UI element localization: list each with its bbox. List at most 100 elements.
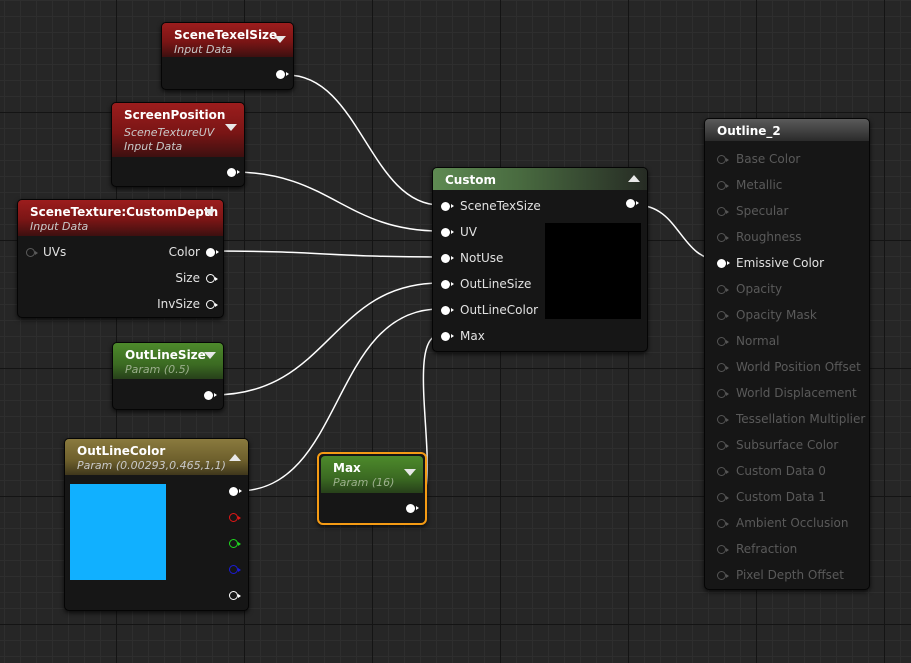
input-pin[interactable] xyxy=(717,440,729,450)
result-input-row[interactable]: Opacity xyxy=(717,282,782,296)
pin-label: Metallic xyxy=(736,178,783,192)
node-header[interactable]: OutLineColor Param (0.00293,0.465,1,1) xyxy=(65,439,248,475)
node-outline-color[interactable]: OutLineColor Param (0.00293,0.465,1,1) xyxy=(64,438,249,611)
input-pin[interactable] xyxy=(717,388,729,398)
node-title: OutLineColor xyxy=(77,444,166,458)
pin-label: World Position Offset xyxy=(736,360,861,374)
input-pin[interactable] xyxy=(717,544,729,554)
node-outline-size[interactable]: OutLineSize Param (0.5) xyxy=(112,342,224,410)
node-header[interactable]: OutLineSize Param (0.5) xyxy=(113,343,223,379)
node-screen-position[interactable]: ScreenPosition SceneTextureUV Input Data xyxy=(111,102,245,187)
result-input-row[interactable]: Metallic xyxy=(717,178,782,192)
collapse-arrow-icon[interactable] xyxy=(225,124,237,131)
node-title: SceneTexelSize xyxy=(174,28,278,42)
output-pin-color[interactable] xyxy=(206,247,219,257)
result-input-row[interactable]: Custom Data 1 xyxy=(717,490,826,504)
input-pin[interactable] xyxy=(717,258,730,268)
expand-arrow-icon[interactable] xyxy=(229,454,241,461)
node-header[interactable]: Max Param (16) xyxy=(321,456,423,493)
node-subtitle: Param (0.5) xyxy=(125,363,190,376)
output-pin-r[interactable] xyxy=(229,513,241,522)
node-custom[interactable]: Custom SceneTexSize UV NotUse OutLineSiz… xyxy=(432,167,648,352)
pin-label: Subsurface Color xyxy=(736,438,839,452)
collapse-arrow-icon[interactable] xyxy=(274,36,286,43)
node-header[interactable]: SceneTexelSize Input Data xyxy=(162,23,293,57)
pin-label: Size xyxy=(175,271,200,285)
output-pin-g[interactable] xyxy=(229,539,241,548)
result-input-row[interactable]: Pixel Depth Offset xyxy=(717,568,844,582)
input-pin[interactable] xyxy=(717,414,729,424)
node-title: ScreenPosition xyxy=(124,108,226,122)
pin-label: Max xyxy=(460,329,485,343)
output-pin[interactable] xyxy=(406,504,419,513)
node-header[interactable]: Custom xyxy=(433,168,647,190)
node-scene-texture[interactable]: SceneTexture:CustomDepth Input Data UVs … xyxy=(17,199,224,318)
node-subtitle: Input Data xyxy=(30,220,89,233)
node-title: Outline_2 xyxy=(717,124,781,138)
output-pin-invsize[interactable] xyxy=(206,299,218,309)
result-input-row[interactable]: Refraction xyxy=(717,542,797,556)
result-input-row[interactable]: Specular xyxy=(717,204,788,218)
input-pin-uvs[interactable] xyxy=(26,247,38,257)
input-pin[interactable] xyxy=(717,206,729,216)
output-pin[interactable] xyxy=(204,391,217,400)
input-pin[interactable] xyxy=(717,336,729,346)
input-pin[interactable] xyxy=(717,180,729,190)
node-scene-texel-size[interactable]: SceneTexelSize Input Data xyxy=(161,22,294,90)
output-pin[interactable] xyxy=(227,168,240,177)
output-pin-rgba[interactable] xyxy=(229,487,242,496)
collapse-arrow-icon[interactable] xyxy=(204,352,216,359)
input-pin-scenetexsize[interactable] xyxy=(441,201,454,211)
input-pin[interactable] xyxy=(717,284,729,294)
node-title: Max xyxy=(333,461,361,475)
expand-arrow-icon[interactable] xyxy=(628,175,640,182)
result-input-row[interactable]: World Displacement xyxy=(717,386,857,400)
input-pin[interactable] xyxy=(717,362,729,372)
pin-label: UV xyxy=(460,225,477,239)
node-subtitle: Input Data xyxy=(174,43,233,56)
output-pin[interactable] xyxy=(276,70,289,79)
input-pin-outlinecolor[interactable] xyxy=(441,305,454,315)
input-pin[interactable] xyxy=(717,466,729,476)
node-material-result[interactable]: Outline_2 Base Color Metallic Specular Roug… xyxy=(704,118,870,590)
input-pin[interactable] xyxy=(717,518,729,528)
result-input-row[interactable]: Base Color xyxy=(717,152,800,166)
result-input-row[interactable]: Tessellation Multiplier xyxy=(717,412,865,426)
collapse-arrow-icon[interactable] xyxy=(204,209,216,216)
input-pin[interactable] xyxy=(717,570,729,580)
result-input-row[interactable]: Normal xyxy=(717,334,779,348)
output-pin-size[interactable] xyxy=(206,273,218,283)
pin-label: Opacity xyxy=(736,282,783,296)
node-header[interactable]: SceneTexture:CustomDepth Input Data xyxy=(18,200,223,236)
result-input-row[interactable]: World Position Offset xyxy=(717,360,861,374)
output-pin-a[interactable] xyxy=(229,591,241,600)
node-subtitle: SceneTextureUV xyxy=(124,126,215,139)
result-input-row[interactable]: Ambient Occlusion xyxy=(717,516,848,530)
input-pin-max[interactable] xyxy=(441,331,454,341)
output-pin[interactable] xyxy=(626,199,639,208)
result-input-row[interactable]: Emissive Color xyxy=(717,256,824,270)
collapse-arrow-icon[interactable] xyxy=(404,469,416,476)
result-input-row[interactable]: Custom Data 0 xyxy=(717,464,826,478)
node-max[interactable]: Max Param (16) xyxy=(317,452,427,525)
node-subtitle: Input Data xyxy=(124,140,183,153)
input-pin[interactable] xyxy=(717,232,729,242)
input-pin-notuse[interactable] xyxy=(441,253,454,263)
result-input-row[interactable]: Subsurface Color xyxy=(717,438,838,452)
node-header[interactable]: ScreenPosition SceneTextureUV Input Data xyxy=(112,103,244,157)
preview-area xyxy=(545,223,641,319)
result-input-row[interactable]: Opacity Mask xyxy=(717,308,817,322)
input-pin[interactable] xyxy=(717,154,729,164)
node-subtitle: Param (0.00293,0.465,1,1) xyxy=(77,459,226,472)
wire-color-to-notuse xyxy=(211,250,441,258)
input-pin[interactable] xyxy=(717,492,729,502)
input-pin[interactable] xyxy=(717,310,729,320)
result-input-row[interactable]: Roughness xyxy=(717,230,801,244)
output-pin-b[interactable] xyxy=(229,565,241,574)
pin-label: OutLineSize xyxy=(460,277,532,291)
node-header[interactable]: Outline_2 xyxy=(705,119,869,141)
input-pin-outlinesize[interactable] xyxy=(441,279,454,289)
input-pin-uv[interactable] xyxy=(441,227,454,237)
wire-screenposition-to-uv xyxy=(232,171,441,232)
pin-label: Custom Data 1 xyxy=(736,490,826,504)
